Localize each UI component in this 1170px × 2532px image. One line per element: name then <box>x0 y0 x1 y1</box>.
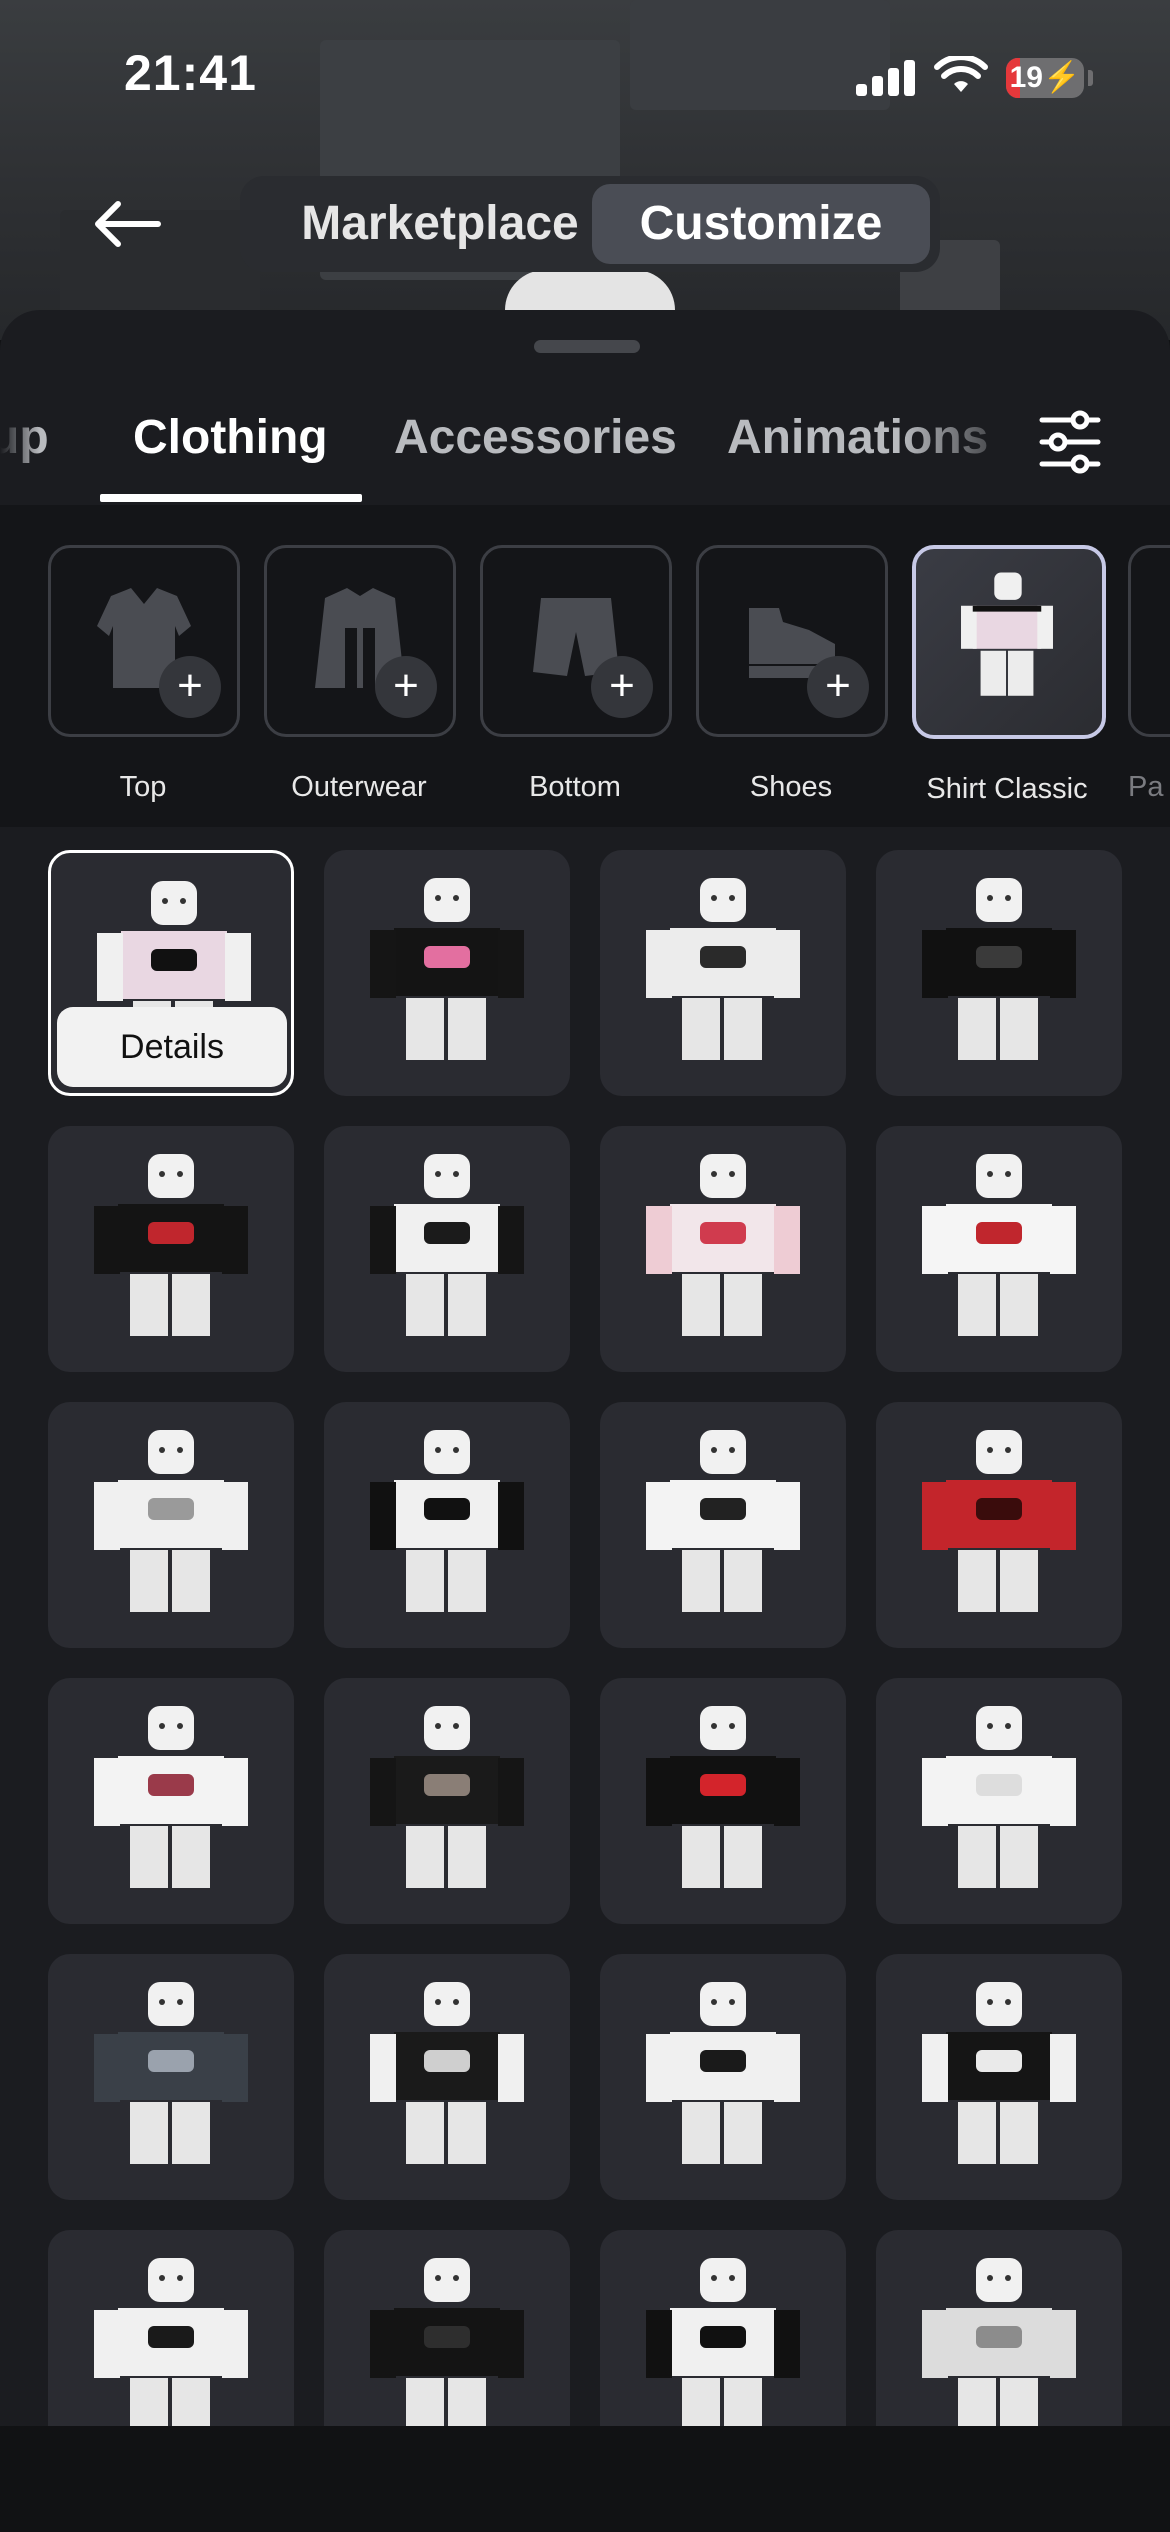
tabs-fade-left <box>0 400 40 490</box>
add-icon: + <box>591 656 653 718</box>
subcategory-outerwear[interactable]: + Outerwear <box>264 545 456 804</box>
avatar-thumbnail <box>646 1154 800 1336</box>
customize-sheet: up Clothing Accessories Animations + Top <box>0 310 1170 2532</box>
avatar-thumbnail <box>646 1706 800 1888</box>
tab-clothing[interactable]: Clothing <box>133 410 328 465</box>
cellular-signal-icon <box>856 60 916 96</box>
clothing-item-tile[interactable] <box>600 1678 846 1924</box>
clothing-item-tile[interactable] <box>324 1402 570 1648</box>
details-button[interactable]: Details <box>57 1007 287 1087</box>
avatar-thumbnail <box>370 1430 524 1612</box>
avatar-thumbnail <box>370 878 524 1060</box>
clothing-item-tile[interactable]: Details <box>48 850 294 1096</box>
avatar-thumbnail <box>922 878 1076 1060</box>
clothing-item-tile[interactable] <box>876 1402 1122 1648</box>
subcategory-label: Shirt Classic <box>926 773 1088 805</box>
subcategory-pants-partial[interactable]: Pa <box>1128 545 1170 804</box>
avatar-thumbnail <box>646 1430 800 1612</box>
subcategory-shoes[interactable]: + Shoes <box>696 545 888 804</box>
clothing-item-tile[interactable] <box>324 850 570 1096</box>
subcategory-row: + Top + Outerwear + Bottom + Shoes Shirt… <box>0 505 1170 827</box>
avatar-thumbnail <box>94 1982 248 2164</box>
active-tab-indicator <box>100 494 362 502</box>
subcategory-label: Outerwear <box>291 771 427 803</box>
subcategory-label: Shoes <box>749 771 833 803</box>
clothing-item-tile[interactable] <box>48 1678 294 1924</box>
battery-level: 19 <box>1009 61 1043 94</box>
avatar-thumbnail <box>370 1982 524 2164</box>
clothing-item-tile[interactable] <box>876 1954 1122 2200</box>
clothing-item-tile[interactable] <box>600 850 846 1096</box>
tabs-fade-right <box>900 400 1030 490</box>
subcategory-label: Bottom <box>529 771 621 803</box>
clothing-item-tile[interactable] <box>600 1402 846 1648</box>
back-arrow-icon[interactable] <box>88 196 164 252</box>
avatar-thumbnail <box>370 1154 524 1336</box>
avatar-thumbnail <box>922 1154 1076 1336</box>
status-time: 21:41 <box>124 45 257 101</box>
add-icon: + <box>807 656 869 718</box>
clothing-item-tile[interactable] <box>324 1126 570 1372</box>
customize-tab[interactable]: Customize <box>592 184 930 264</box>
subcategory-label: Pa <box>1128 771 1164 803</box>
clothing-item-tile[interactable] <box>600 1954 846 2200</box>
sheet-grabber[interactable] <box>534 340 640 353</box>
avatar-thumbnail <box>94 1154 248 1336</box>
avatar-thumbnail <box>94 1706 248 1888</box>
battery-icon: 19⚡ <box>1006 58 1084 98</box>
mode-segmented-control: Marketplace Customize <box>240 176 940 272</box>
avatar-thumbnail <box>646 878 800 1060</box>
filter-sliders-icon[interactable] <box>1034 406 1106 478</box>
subcategory-label: Top <box>119 771 167 803</box>
battery-tip <box>1088 70 1093 86</box>
tab-accessories[interactable]: Accessories <box>394 410 677 465</box>
clothing-item-tile[interactable] <box>48 1954 294 2200</box>
avatar-thumbnail <box>922 1706 1076 1888</box>
clothing-item-tile[interactable] <box>876 1126 1122 1372</box>
subcategory-bottom[interactable]: + Bottom <box>480 545 672 804</box>
status-bar: 21:41 19⚡ <box>0 0 1170 150</box>
avatar-thumbnail <box>922 1430 1076 1612</box>
marketplace-tab[interactable]: Marketplace <box>260 184 620 264</box>
add-icon: + <box>375 656 437 718</box>
avatar-thumbnail <box>922 1982 1076 2164</box>
add-icon: + <box>159 656 221 718</box>
avatar-thumbnail <box>961 572 1053 696</box>
clothing-item-tile[interactable] <box>876 1678 1122 1924</box>
clothing-item-tile[interactable] <box>324 1678 570 1924</box>
clothing-item-tile[interactable] <box>600 1126 846 1372</box>
clothing-item-tile[interactable] <box>48 1126 294 1372</box>
clothing-item-tile[interactable] <box>324 1954 570 2200</box>
avatar-thumbnail <box>94 1430 248 1612</box>
subcategory-top[interactable]: + Top <box>48 545 240 804</box>
bottom-safe-area <box>0 2426 1170 2532</box>
avatar-thumbnail <box>646 1982 800 2164</box>
subcategory-shirt-classic[interactable]: Shirt Classic <box>912 545 1106 806</box>
clothing-item-tile[interactable] <box>876 850 1122 1096</box>
avatar-thumbnail <box>370 1706 524 1888</box>
wifi-icon <box>934 56 988 92</box>
clothing-item-tile[interactable] <box>48 1402 294 1648</box>
